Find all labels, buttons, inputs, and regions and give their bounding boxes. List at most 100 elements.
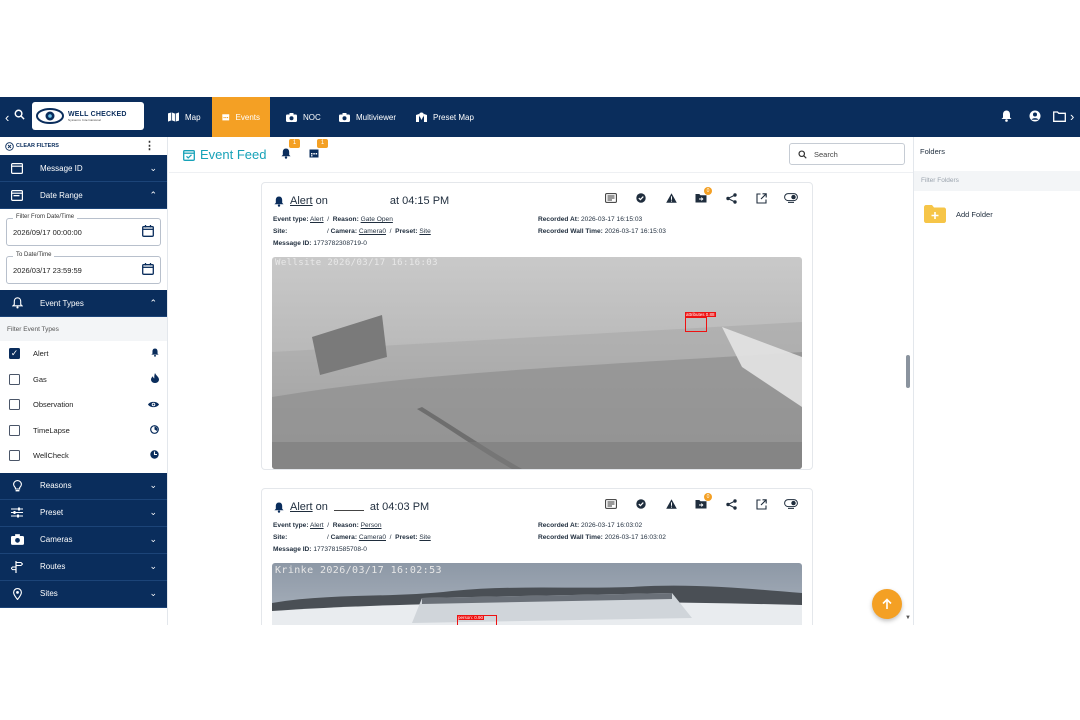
- logo-text: WELL CHECKED Systems International: [68, 110, 127, 122]
- nav-preset-map[interactable]: Preset Map: [406, 97, 484, 137]
- notifications-bell-icon[interactable]: [1001, 109, 1012, 127]
- event-type-link[interactable]: Alert: [290, 501, 313, 513]
- notes-icon[interactable]: [596, 193, 626, 207]
- wall-time-value: 2026-03-17 16:03:02: [604, 534, 666, 541]
- from-date-value[interactable]: 2026/09/17 00:00:00: [13, 228, 82, 237]
- search-icon[interactable]: [14, 109, 25, 120]
- sidebar-item-preset[interactable]: Preset ⌄: [0, 499, 167, 527]
- nav-map[interactable]: Map: [158, 97, 211, 137]
- back-icon[interactable]: ‹: [5, 110, 9, 125]
- warning-icon[interactable]: [656, 193, 686, 207]
- preset-label: Preset: [40, 508, 64, 517]
- chevron-down-icon: ⌄: [149, 507, 157, 517]
- event-card[interactable]: Alert on at 04:03 PM 0 Event type: Alert …: [261, 488, 813, 625]
- filter-to-date-field[interactable]: To Date/Time 2026/03/17 23:59:59: [6, 252, 161, 284]
- filter-from-date-field[interactable]: Filter From Date/Time 2026/09/17 00:00:0…: [6, 214, 161, 246]
- reason-value[interactable]: Gate Open: [361, 216, 393, 223]
- move-to-folder-icon[interactable]: 0: [686, 187, 716, 207]
- event-type-alert[interactable]: ✓ Alert: [0, 341, 167, 367]
- calendar-filter-button[interactable]: 1: [309, 139, 328, 161]
- calendar-icon: [222, 114, 230, 121]
- calendar-picker-icon[interactable]: [142, 263, 154, 278]
- move-to-folder-icon[interactable]: 0: [686, 493, 716, 513]
- observation-checkbox[interactable]: [9, 399, 20, 411]
- chevron-right-icon[interactable]: ›: [1070, 109, 1074, 124]
- filter-sidebar: CLEAR FILTERS ⋮ Message ID ⌄ Date Range …: [0, 137, 168, 625]
- event-snapshot[interactable]: Krinke 2026/03/17 16:02:53 person: 0.90: [272, 563, 802, 625]
- preset-label: Preset:: [395, 534, 418, 541]
- nav-events[interactable]: Events: [212, 97, 270, 137]
- sidebar-item-routes[interactable]: Routes ⌄: [0, 553, 167, 581]
- bell-outline-icon: [10, 297, 24, 309]
- warning-icon[interactable]: [656, 499, 686, 513]
- view-toggle-icon[interactable]: [776, 499, 806, 513]
- sidebar-item-sites[interactable]: Sites ⌄: [0, 580, 167, 608]
- more-vertical-icon[interactable]: ⋮: [144, 141, 155, 152]
- clear-filters-button[interactable]: CLEAR FILTERS: [5, 141, 59, 151]
- nav-preset-map-label: Preset Map: [433, 112, 474, 122]
- feed-scrollbar[interactable]: ▼: [904, 137, 912, 625]
- company-logo[interactable]: WELL CHECKED Systems International: [32, 102, 144, 130]
- wellcheck-checkbox[interactable]: [9, 450, 20, 462]
- reason-value[interactable]: Person: [361, 522, 382, 529]
- open-external-icon[interactable]: [746, 499, 776, 513]
- event-type-timelapse[interactable]: TimeLapse: [0, 418, 167, 444]
- eye-icon: [148, 400, 159, 410]
- alert-checkbox[interactable]: ✓: [9, 348, 20, 360]
- share-icon[interactable]: [716, 193, 746, 207]
- folder-toggle-icon[interactable]: [1053, 109, 1066, 127]
- camera-value[interactable]: Camera0: [359, 534, 386, 541]
- calendar-picker-icon[interactable]: [142, 225, 154, 240]
- event-type-observation[interactable]: Observation: [0, 392, 167, 418]
- chevron-up-icon: ⌃: [149, 297, 157, 308]
- alert-type-label: Alert: [33, 349, 49, 359]
- scrollbar-thumb[interactable]: [906, 355, 910, 388]
- sidebar-item-event-types[interactable]: Event Types ⌃: [0, 290, 167, 317]
- event-type-value[interactable]: Alert: [310, 522, 324, 529]
- preset-value[interactable]: Site: [419, 534, 430, 541]
- event-snapshot[interactable]: Wellsite 2026/03/17 16:16:03 attributes …: [272, 257, 802, 469]
- arrow-up-icon: [882, 598, 892, 609]
- event-card[interactable]: Alert on at 04:15 PM 0 Event type: Alert …: [261, 182, 813, 470]
- sidebar-item-date-range[interactable]: Date Range ⌃: [0, 182, 167, 209]
- event-type-gas[interactable]: Gas: [0, 367, 167, 393]
- filter-folders-input[interactable]: Filter Folders: [914, 171, 1080, 191]
- folders-title: Folders: [920, 147, 946, 156]
- nav-multiviewer[interactable]: Multiviewer: [329, 97, 406, 137]
- bell-filter-button[interactable]: 1: [281, 139, 300, 162]
- add-folder-button[interactable]: Add Folder: [924, 205, 993, 223]
- event-type-value[interactable]: Alert: [310, 216, 324, 223]
- close-circle-icon: [5, 141, 14, 151]
- event-type-wellcheck[interactable]: WellCheck: [0, 443, 167, 469]
- camera-value[interactable]: Camera0: [359, 228, 386, 235]
- scroll-down-icon[interactable]: ▼: [905, 615, 911, 621]
- preset-value[interactable]: Site: [419, 228, 430, 235]
- event-details-right: Recorded At: 2026-03-17 16:03:02 Recorde…: [538, 520, 666, 544]
- gas-checkbox[interactable]: [9, 373, 20, 385]
- view-toggle-icon[interactable]: [776, 193, 806, 207]
- sidebar-item-reasons[interactable]: Reasons ⌄: [0, 472, 167, 500]
- sidebar-item-message-id[interactable]: Message ID ⌄: [0, 155, 167, 182]
- event-feed-panel: Event Feed 1 1 Search Alert on at 04:15 …: [169, 137, 913, 625]
- share-icon[interactable]: [716, 499, 746, 513]
- nav-noc[interactable]: NOC: [276, 97, 331, 137]
- timelapse-checkbox[interactable]: [9, 424, 20, 436]
- chevron-down-icon: ⌄: [149, 162, 157, 173]
- bell-icon: [274, 502, 284, 513]
- filter-event-types-input[interactable]: Filter Event Types: [0, 317, 167, 341]
- folder-count-badge: 0: [704, 187, 712, 195]
- detection-label: attributes 0.88: [685, 312, 716, 317]
- event-type-link[interactable]: Alert: [290, 195, 313, 207]
- to-date-value[interactable]: 2026/03/17 23:59:59: [13, 266, 82, 275]
- sidebar-item-cameras[interactable]: Cameras ⌄: [0, 526, 167, 554]
- scroll-to-top-button[interactable]: [872, 589, 902, 619]
- notes-icon[interactable]: [596, 499, 626, 513]
- account-icon[interactable]: [1029, 109, 1041, 127]
- acknowledge-icon[interactable]: [626, 193, 656, 207]
- acknowledge-icon[interactable]: [626, 499, 656, 513]
- eye-logo-icon: [36, 108, 64, 124]
- event-type-label: Event type:: [273, 522, 309, 529]
- recorded-at-value: 2026-03-17 16:15:03: [581, 216, 643, 223]
- open-external-icon[interactable]: [746, 193, 776, 207]
- search-input[interactable]: Search: [789, 143, 905, 165]
